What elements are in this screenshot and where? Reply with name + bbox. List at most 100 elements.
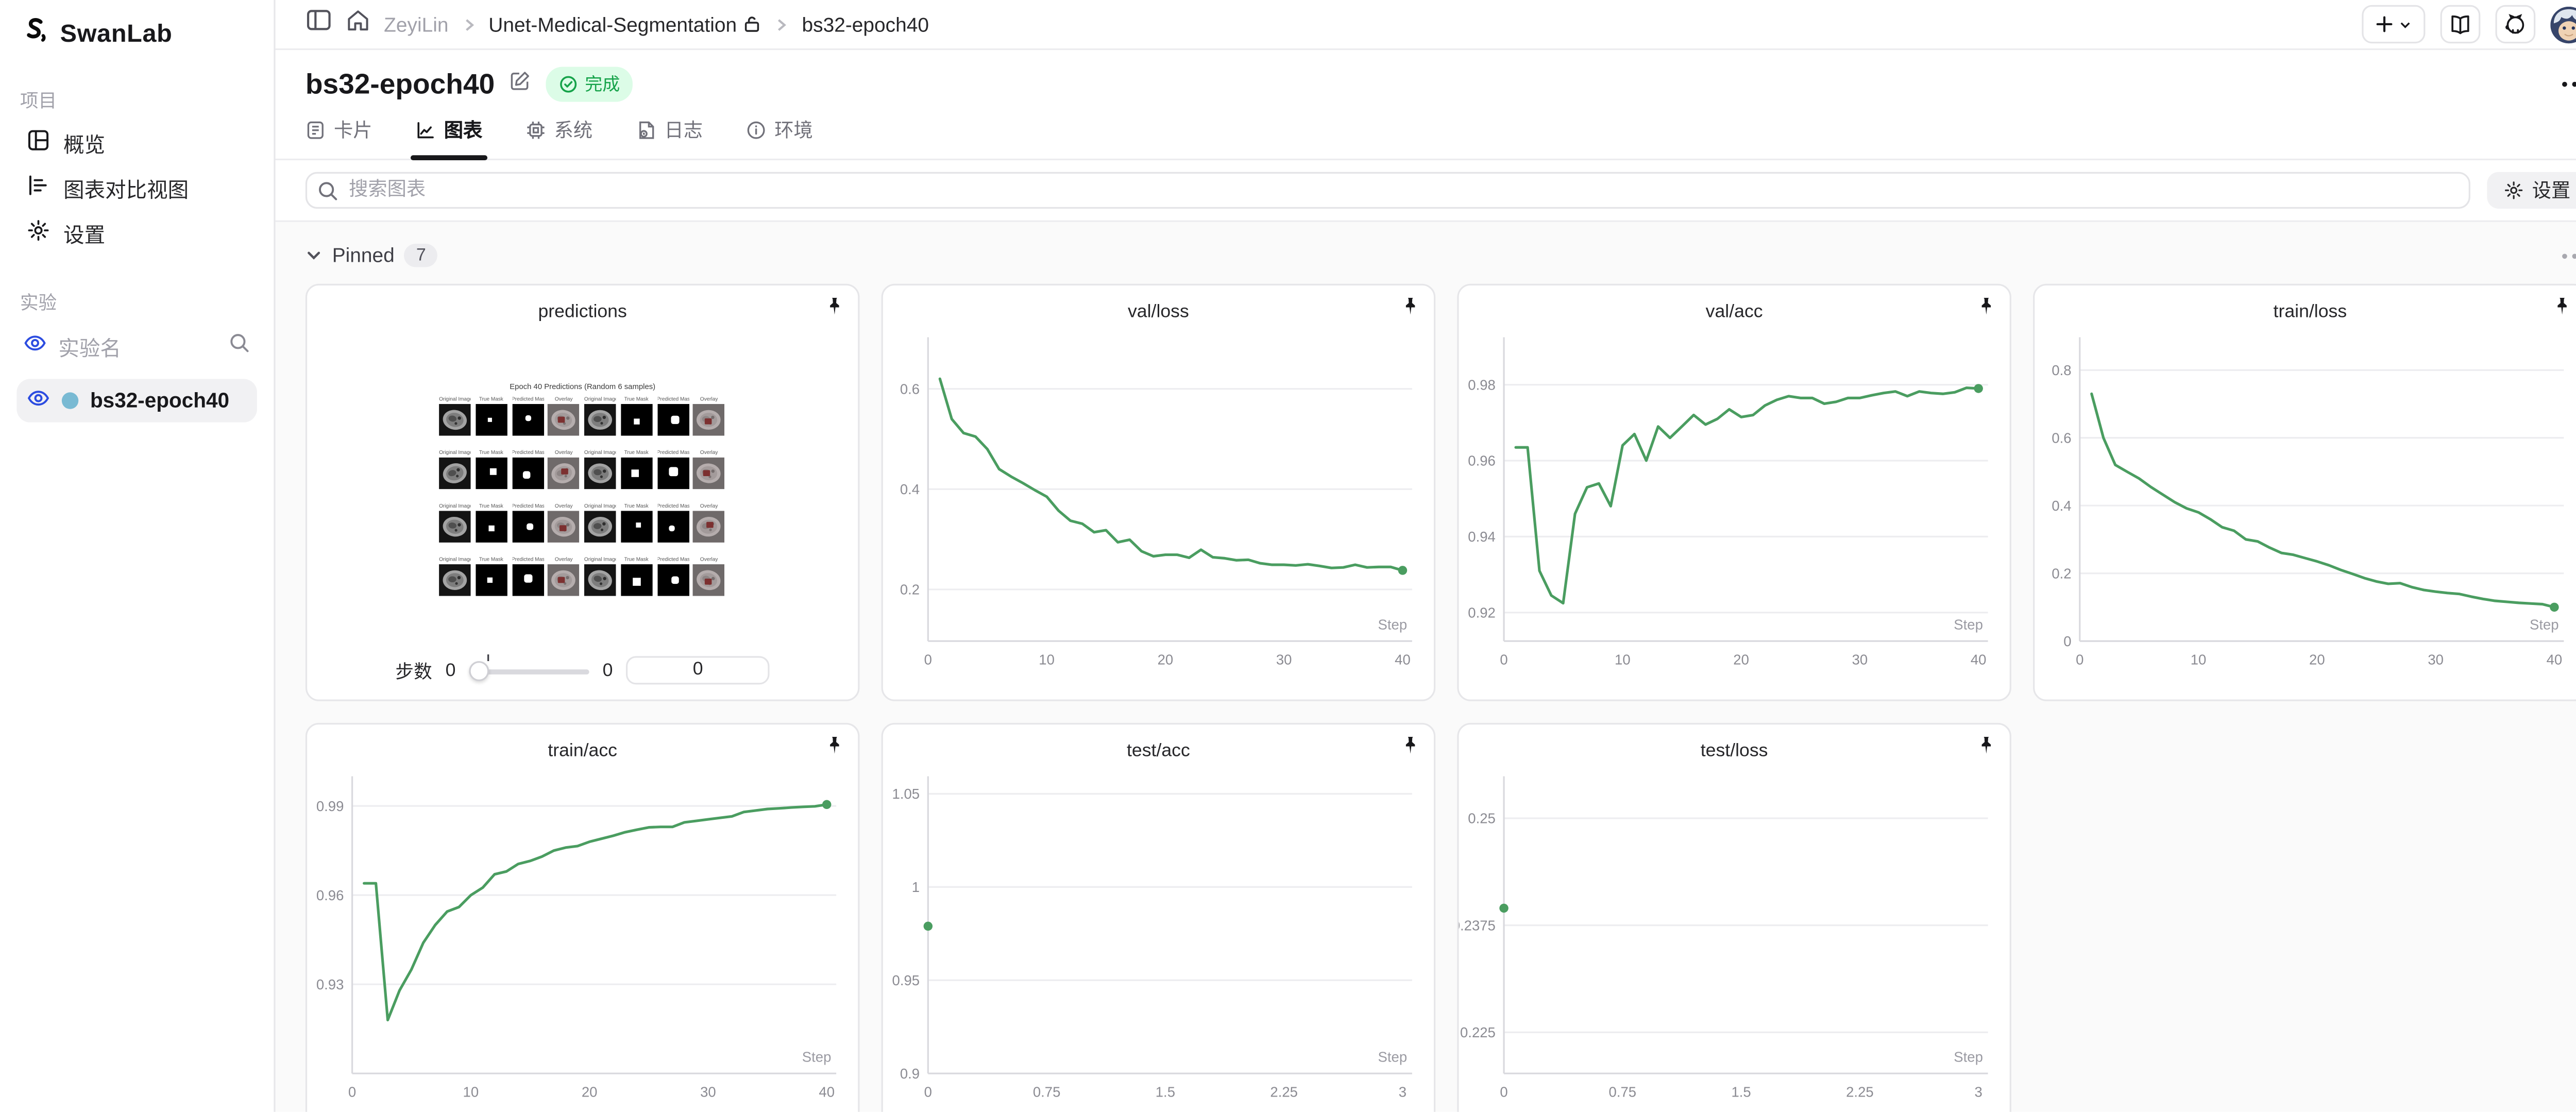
pinned-more-button[interactable] (2562, 252, 2576, 258)
chart-canvas[interactable]: 0.225 0.2375 0.25 0 0.75 1.5 2.25 3 Step (1459, 766, 2010, 1112)
prediction-tile: Overlay (693, 396, 725, 444)
svg-text:0: 0 (2076, 651, 2083, 667)
chart-title: train/loss (2273, 302, 2347, 323)
sidebar-toggle-icon[interactable] (306, 7, 332, 42)
svg-text:10: 10 (463, 1084, 479, 1100)
pin-icon[interactable] (1976, 735, 1996, 756)
chart-card-val-loss[interactable]: val/loss 0.2 0.4 0.6 0 10 20 30 40 Step (881, 283, 1436, 701)
plus-icon (2376, 16, 2393, 32)
chart-settings-button[interactable]: 设置 (2487, 172, 2576, 209)
svg-text:0: 0 (924, 651, 932, 667)
chart-card-predictions[interactable]: predictions Epoch 40 Predictions (Random … (305, 283, 860, 701)
svg-text:0.6: 0.6 (2052, 430, 2071, 446)
tab-cards[interactable]: 卡片 (306, 117, 372, 159)
avatar[interactable] (2550, 6, 2576, 43)
step-number-input[interactable]: 0 (626, 656, 770, 685)
svg-text:Step: Step (2530, 616, 2559, 632)
chart-canvas[interactable]: 0.9 0.95 1 1.05 0 0.75 1.5 2.25 3 Step (883, 766, 1434, 1112)
experiment-filter-label: 实验名 (58, 336, 121, 360)
prediction-tile: True Mask (475, 449, 507, 498)
pin-icon[interactable] (1400, 735, 1420, 756)
pin-icon[interactable] (824, 295, 844, 317)
tab-environment[interactable]: 环境 (746, 117, 813, 159)
chart-title: val/loss (1127, 302, 1189, 323)
pin-icon[interactable] (824, 735, 844, 756)
prediction-tile: Overlay (693, 556, 725, 604)
prediction-tile: Predicted Mask (656, 396, 689, 444)
page-title: bs32-epoch40 (305, 68, 495, 99)
run-header: bs32-epoch40 完成 (276, 50, 2576, 102)
eye-icon[interactable] (23, 334, 46, 357)
chart-card-train-acc[interactable]: train/acc 0.93 0.96 0.99 0 10 20 30 40 Step (305, 722, 860, 1112)
prediction-tile: True Mask (475, 502, 507, 551)
check-circle-icon (561, 76, 578, 93)
prediction-tile: Original Image (584, 449, 616, 498)
docs-button[interactable] (2440, 5, 2481, 44)
svg-text:0.2: 0.2 (900, 582, 920, 598)
svg-text:40: 40 (2547, 651, 2563, 667)
log-file-icon (639, 121, 654, 139)
breadcrumb-project[interactable]: Unet-Medical-Segmentation (488, 12, 762, 36)
breadcrumb-run[interactable]: bs32-epoch40 (802, 12, 929, 36)
slider-min-value: 0 (445, 660, 456, 681)
svg-text:0.9: 0.9 (900, 1066, 920, 1082)
chart-canvas[interactable]: 0.93 0.96 0.99 0 10 20 30 40 Step (307, 766, 858, 1112)
chart-canvas[interactable]: 0.2 0.4 0.6 0 10 20 30 40 Step (883, 327, 1434, 686)
experiment-filter[interactable]: 实验名 (16, 326, 257, 366)
logo[interactable]: SwanLab (16, 15, 257, 54)
main-panel: ZeyiLin Unet-Medical-Segmentation bs32-e… (275, 0, 2576, 1112)
home-icon[interactable] (346, 8, 371, 41)
swanlab-app: SwanLab 项目 概览 图表对比视图 设置 实验 实验名 bs32-epoc… (0, 0, 2576, 1112)
pinned-section-header[interactable]: Pinned 7 (306, 239, 2576, 272)
tab-charts[interactable]: 图表 (410, 117, 488, 161)
svg-text:3: 3 (1399, 1084, 1406, 1100)
svg-text:10: 10 (2191, 651, 2207, 667)
svg-text:0.94: 0.94 (1468, 529, 1496, 545)
step-slider[interactable] (469, 653, 589, 681)
tab-system[interactable]: 系统 (526, 117, 592, 159)
chart-canvas[interactable]: 0.92 0.94 0.96 0.98 0 10 20 30 40 Step (1459, 327, 2010, 686)
chart-card-train-loss[interactable]: train/loss 0 0.2 0.4 0.6 0.8 0 10 20 30 40 Step (2033, 283, 2576, 701)
github-icon (2505, 13, 2524, 33)
svg-text:0: 0 (924, 1084, 932, 1100)
edit-icon[interactable] (510, 69, 531, 99)
topbar: ZeyiLin Unet-Medical-Segmentation bs32-e… (275, 0, 2576, 50)
prediction-tile: Predicted Mask (511, 502, 544, 551)
prediction-tile: True Mask (620, 556, 652, 604)
search-icon[interactable] (229, 332, 250, 359)
new-run-button[interactable] (2362, 5, 2426, 44)
slider-handle[interactable] (469, 660, 489, 681)
github-button[interactable] (2495, 5, 2536, 44)
pin-icon[interactable] (1400, 295, 1420, 317)
svg-text:0.2375: 0.2375 (1459, 917, 1496, 933)
sidebar-experiment-item[interactable]: bs32-epoch40 (16, 379, 257, 423)
prediction-tile: Overlay (693, 449, 725, 498)
step-slider-label: 步数 (395, 662, 432, 682)
eye-icon[interactable] (27, 385, 50, 415)
tab-logs[interactable]: 日志 (636, 117, 703, 159)
svg-text:20: 20 (2309, 651, 2325, 667)
pin-icon[interactable] (1976, 295, 1996, 317)
prediction-tile: True Mask (620, 449, 652, 498)
chart-card-test-loss[interactable]: test/loss 0.225 0.2375 0.25 0 0.75 1.5 2.25 3 Ste… (1457, 722, 2011, 1112)
sidebar-item-label: 图表对比视图 (63, 178, 189, 203)
svg-text:1: 1 (912, 879, 920, 895)
chart-card-val-acc[interactable]: val/acc 0.92 0.94 0.96 0.98 0 10 20 30 40 Step (1457, 283, 2011, 701)
sidebar-item-chart-compare[interactable]: 图表对比视图 (16, 165, 257, 210)
overview-grid-icon (27, 128, 50, 157)
sidebar-item-overview[interactable]: 概览 (16, 120, 257, 165)
run-more-button[interactable] (2562, 81, 2576, 87)
search-input[interactable] (305, 172, 2470, 209)
chart-card-test-acc[interactable]: test/acc 0.9 0.95 1 1.05 0 0.75 1.5 2.25 3 Step (881, 722, 1436, 1112)
line-chart-icon (417, 122, 434, 139)
chart-canvas[interactable]: 0 0.2 0.4 0.6 0.8 0 10 20 30 40 Step (2035, 327, 2576, 686)
sidebar-item-settings[interactable]: 设置 (16, 210, 257, 255)
svg-text:1.05: 1.05 (892, 786, 920, 802)
experiment-color-dot (61, 392, 79, 409)
info-circle-icon (747, 121, 765, 139)
breadcrumb-user[interactable]: ZeyiLin (384, 12, 448, 36)
step-slider-row: 步数 0 0 0 (307, 653, 858, 685)
pin-icon[interactable] (2552, 295, 2572, 317)
svg-text:0: 0 (2063, 633, 2071, 649)
svg-text:Step: Step (802, 1049, 832, 1065)
